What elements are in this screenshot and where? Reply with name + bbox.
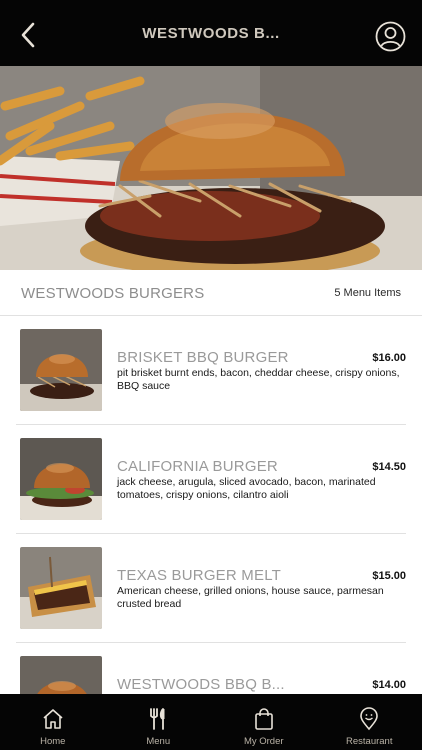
menu-item-count: 5 Menu Items [334, 287, 401, 299]
menu-item-price: $16.00 [372, 352, 406, 364]
page-title: WESTWOODS B... [142, 24, 280, 42]
profile-button[interactable] [375, 21, 406, 52]
tab-my-order[interactable]: My Order [211, 694, 317, 750]
menu-item-description: pit brisket burnt ends, bacon, cheddar c… [117, 367, 400, 392]
tab-label: Home [40, 736, 66, 747]
menu-item-name: WESTWOODS BBQ B... [117, 676, 285, 693]
top-bar: WESTWOODS B... [0, 0, 422, 66]
menu-item-texas-burger-melt[interactable]: TEXAS BURGER MELT $15.00 American cheese… [16, 534, 406, 643]
fork-knife-icon [150, 708, 165, 730]
tab-home[interactable]: Home [0, 694, 106, 750]
user-circle-icon [375, 21, 406, 52]
tab-menu[interactable]: Menu [106, 694, 212, 750]
menu-item-thumbnail [20, 438, 102, 520]
section-title: WESTWOODS BURGERS [21, 285, 205, 302]
menu-item-price: $15.00 [372, 570, 406, 582]
menu-item-description: American cheese, grilled onions, house s… [117, 585, 384, 610]
location-pin-icon [360, 707, 379, 731]
tab-label: Restaurant [346, 736, 393, 747]
menu-item-name: CALIFORNIA BURGER [117, 458, 278, 475]
menu-item-price: $14.50 [372, 461, 406, 473]
section-header: WESTWOODS BURGERS 5 Menu Items [0, 270, 422, 316]
hero-image [0, 66, 422, 270]
tab-restaurant[interactable]: Restaurant [317, 694, 422, 750]
menu-item-price: $14.00 [372, 679, 406, 691]
menu-list: BRISKET BBQ BURGER $16.00 pit brisket bu… [0, 316, 422, 694]
menu-item-thumbnail [20, 656, 102, 694]
home-icon [43, 709, 63, 729]
shopping-bag-icon [254, 708, 273, 730]
menu-item-westwoods-bbq-burger[interactable]: WESTWOODS BBQ B... $14.00 [16, 643, 406, 694]
back-button[interactable] [14, 20, 44, 50]
menu-item-name: TEXAS BURGER MELT [117, 567, 281, 584]
menu-item-brisket-bbq-burger[interactable]: BRISKET BBQ BURGER $16.00 pit brisket bu… [16, 316, 406, 425]
menu-item-thumbnail [20, 547, 102, 629]
menu-item-california-burger[interactable]: CALIFORNIA BURGER $14.50 jack cheese, ar… [16, 425, 406, 534]
bottom-tab-bar: Home Menu My Order Restaurant [0, 694, 422, 750]
tab-label: My Order [243, 736, 284, 747]
chevron-left-icon [21, 22, 35, 48]
menu-item-thumbnail [20, 329, 102, 411]
menu-item-description: jack cheese, arugula, sliced avocado, ba… [117, 476, 376, 501]
menu-item-name: BRISKET BBQ BURGER [117, 349, 289, 366]
tab-label: Menu [146, 736, 171, 747]
